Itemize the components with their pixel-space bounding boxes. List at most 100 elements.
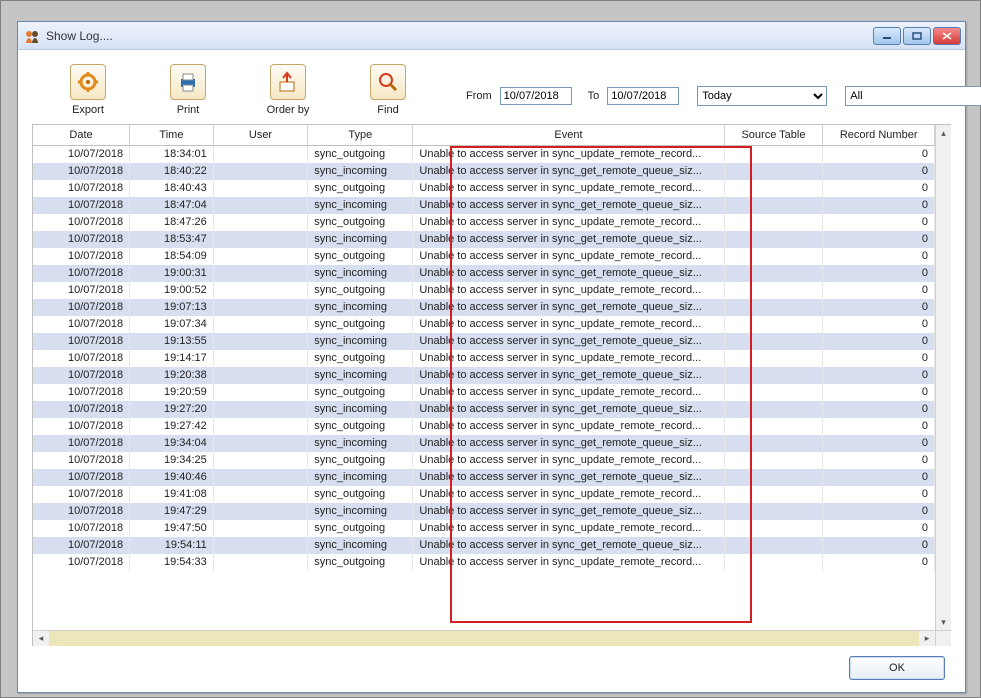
table-row[interactable]: 10/07/201819:47:50sync_outgoingUnable to… [33, 520, 935, 537]
cell-time: 19:27:42 [130, 418, 214, 435]
cell-type: sync_incoming [308, 231, 413, 248]
table-row[interactable]: 10/07/201819:40:46sync_incomingUnable to… [33, 469, 935, 486]
export-button[interactable]: Export [56, 64, 120, 116]
cell-src [724, 469, 823, 486]
date-range-select[interactable]: Today [697, 86, 827, 106]
table-row[interactable]: 10/07/201819:41:08sync_outgoingUnable to… [33, 486, 935, 503]
vertical-scrollbar[interactable]: ▴ ▾ [935, 125, 951, 630]
cell-event: Unable to access server in sync_update_r… [413, 248, 724, 265]
from-label: From [466, 90, 492, 102]
cell-type: sync_incoming [308, 537, 413, 554]
cell-user [213, 180, 307, 197]
col-header-time[interactable]: Time [130, 125, 214, 146]
table-row[interactable]: 10/07/201819:54:11sync_incomingUnable to… [33, 537, 935, 554]
cell-time: 19:07:13 [130, 299, 214, 316]
maximize-button[interactable] [903, 27, 931, 45]
cell-event: Unable to access server in sync_update_r… [413, 384, 724, 401]
horizontal-scrollbar[interactable]: ◂ ▸ [33, 630, 951, 646]
table-row[interactable]: 10/07/201818:40:22sync_incomingUnable to… [33, 163, 935, 180]
scroll-up-button[interactable]: ▴ [936, 125, 951, 141]
scroll-right-button[interactable]: ▸ [919, 631, 935, 647]
to-date-input[interactable] [607, 87, 679, 105]
table-row[interactable]: 10/07/201818:54:09sync_outgoingUnable to… [33, 248, 935, 265]
table-row[interactable]: 10/07/201818:34:01sync_outgoingUnable to… [33, 146, 935, 163]
col-header-user[interactable]: User [213, 125, 307, 146]
cell-time: 18:54:09 [130, 248, 214, 265]
table-row[interactable]: 10/07/201819:34:04sync_incomingUnable to… [33, 435, 935, 452]
cell-time: 18:47:04 [130, 197, 214, 214]
cell-date: 10/07/2018 [33, 418, 130, 435]
to-label: To [588, 90, 600, 102]
table-row[interactable]: 10/07/201818:40:43sync_outgoingUnable to… [33, 180, 935, 197]
cell-rec: 0 [823, 299, 935, 316]
cell-time: 19:07:34 [130, 316, 214, 333]
cell-event: Unable to access server in sync_get_remo… [413, 469, 724, 486]
col-header-type[interactable]: Type [308, 125, 413, 146]
table-row[interactable]: 10/07/201818:53:47sync_incomingUnable to… [33, 231, 935, 248]
from-date-input[interactable] [500, 87, 572, 105]
cell-rec: 0 [823, 350, 935, 367]
cell-type: sync_incoming [308, 435, 413, 452]
col-header-source[interactable]: Source Table [724, 125, 823, 146]
cell-src [724, 452, 823, 469]
cell-rec: 0 [823, 163, 935, 180]
table-row[interactable]: 10/07/201819:34:25sync_outgoingUnable to… [33, 452, 935, 469]
cell-date: 10/07/2018 [33, 384, 130, 401]
table-row[interactable]: 10/07/201819:27:20sync_incomingUnable to… [33, 401, 935, 418]
cell-event: Unable to access server in sync_get_remo… [413, 299, 724, 316]
table-row[interactable]: 10/07/201819:54:33sync_outgoingUnable to… [33, 554, 935, 571]
filter-row: From To Today All [456, 64, 981, 106]
cell-date: 10/07/2018 [33, 265, 130, 282]
col-header-date[interactable]: Date [33, 125, 130, 146]
cell-type: sync_incoming [308, 299, 413, 316]
cell-time: 18:47:26 [130, 214, 214, 231]
sort-icon [270, 64, 306, 100]
table-row[interactable]: 10/07/201819:07:13sync_incomingUnable to… [33, 299, 935, 316]
ok-button[interactable]: OK [849, 656, 945, 680]
table-row[interactable]: 10/07/201818:47:04sync_incomingUnable to… [33, 197, 935, 214]
log-type-select[interactable]: All [845, 86, 981, 106]
table-row[interactable]: 10/07/201818:47:26sync_outgoingUnable to… [33, 214, 935, 231]
print-button[interactable]: Print [156, 64, 220, 116]
cell-type: sync_incoming [308, 503, 413, 520]
table-row[interactable]: 10/07/201819:14:17sync_outgoingUnable to… [33, 350, 935, 367]
cell-date: 10/07/2018 [33, 231, 130, 248]
find-button[interactable]: Find [356, 64, 420, 116]
background-frame: Show Log.... [0, 0, 981, 698]
table-row[interactable]: 10/07/201819:20:38sync_incomingUnable to… [33, 367, 935, 384]
cell-type: sync_incoming [308, 469, 413, 486]
table-row[interactable]: 10/07/201819:07:34sync_outgoingUnable to… [33, 316, 935, 333]
cell-rec: 0 [823, 282, 935, 299]
cell-type: sync_outgoing [308, 248, 413, 265]
cell-src [724, 435, 823, 452]
scroll-left-button[interactable]: ◂ [33, 631, 49, 647]
table-row[interactable]: 10/07/201819:00:31sync_incomingUnable to… [33, 265, 935, 282]
cell-user [213, 248, 307, 265]
print-label: Print [177, 104, 200, 116]
cell-time: 18:53:47 [130, 231, 214, 248]
orderby-button[interactable]: Order by [256, 64, 320, 116]
col-header-event[interactable]: Event [413, 125, 724, 146]
close-button[interactable] [933, 27, 961, 45]
table-row[interactable]: 10/07/201819:27:42sync_outgoingUnable to… [33, 418, 935, 435]
table-row[interactable]: 10/07/201819:47:29sync_incomingUnable to… [33, 503, 935, 520]
cell-src [724, 265, 823, 282]
cell-user [213, 418, 307, 435]
table-row[interactable]: 10/07/201819:00:52sync_outgoingUnable to… [33, 282, 935, 299]
minimize-button[interactable] [873, 27, 901, 45]
cell-rec: 0 [823, 367, 935, 384]
cell-src [724, 299, 823, 316]
cell-src [724, 146, 823, 163]
table-row[interactable]: 10/07/201819:13:55sync_incomingUnable to… [33, 333, 935, 350]
table-row[interactable]: 10/07/201819:20:59sync_outgoingUnable to… [33, 384, 935, 401]
title-bar[interactable]: Show Log.... [18, 22, 965, 50]
col-header-record[interactable]: Record Number [823, 125, 935, 146]
cell-src [724, 418, 823, 435]
cell-event: Unable to access server in sync_get_remo… [413, 435, 724, 452]
cell-date: 10/07/2018 [33, 282, 130, 299]
cell-type: sync_outgoing [308, 214, 413, 231]
cell-event: Unable to access server in sync_get_remo… [413, 163, 724, 180]
cell-date: 10/07/2018 [33, 486, 130, 503]
scroll-down-button[interactable]: ▾ [936, 614, 951, 630]
find-label: Find [377, 104, 398, 116]
